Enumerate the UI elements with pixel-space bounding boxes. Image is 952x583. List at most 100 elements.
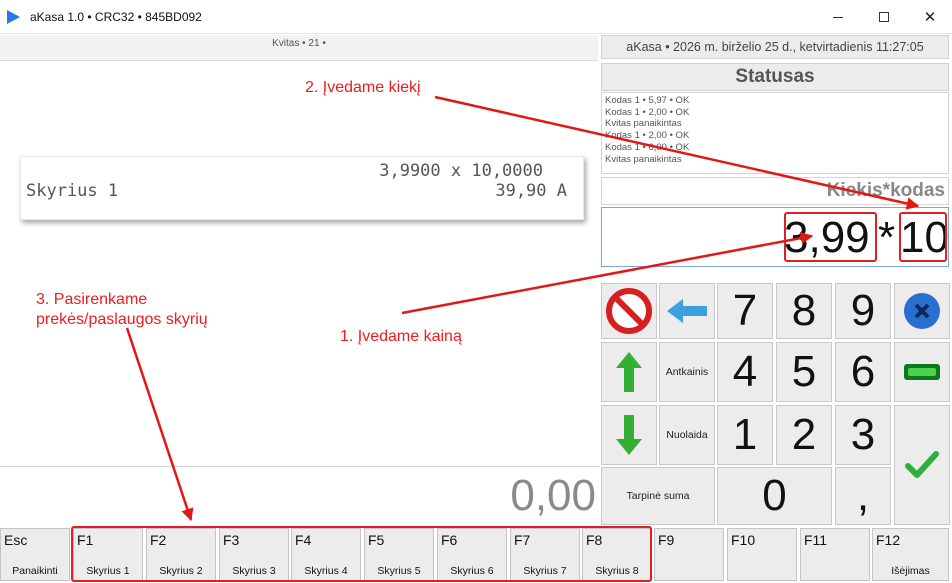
receipt-line-name: Skyrius 1: [26, 181, 119, 201]
antkainis-button[interactable]: Antkainis: [659, 342, 715, 402]
title-bar: aKasa 1.0 • CRC32 • 845BD092 ✕: [0, 0, 952, 34]
digit-1-button[interactable]: 1: [717, 405, 773, 465]
digit-3-button[interactable]: 3: [835, 405, 891, 465]
receipt-line-total: 39,90 A: [495, 181, 567, 201]
fkey-name: F1: [77, 532, 94, 548]
nuolaida-button[interactable]: Nuolaida: [659, 405, 715, 465]
fkey-label: Panaikinti: [12, 565, 58, 577]
status-log: Kodas 1 • 5,97 • OK Kodas 1 • 2,00 • OK …: [601, 92, 949, 174]
clear-button[interactable]: [894, 283, 950, 339]
digit-7-button[interactable]: 7: [717, 283, 773, 339]
arrow-down-icon: [616, 415, 642, 455]
f9-key-button[interactable]: F9: [654, 528, 724, 581]
f8-key-button[interactable]: F8 Skyrius 8: [582, 528, 652, 581]
backspace-button[interactable]: [659, 283, 715, 339]
f5-key-button[interactable]: F5 Skyrius 5: [364, 528, 434, 581]
fkey-name: F4: [295, 532, 312, 548]
status-log-line: Kvitas panaikintas: [605, 118, 682, 130]
comma-button[interactable]: ,: [835, 467, 891, 525]
fkey-name: F9: [658, 532, 675, 548]
fkey-name: F2: [150, 532, 167, 548]
status-log-line: Kodas 1 • 5,97 • OK: [605, 95, 690, 106]
status-log-line: Kodas 1 • 2,00 • OK: [605, 130, 690, 142]
entry-quantity: 10: [900, 213, 949, 262]
f6-key-button[interactable]: F6 Skyrius 6: [437, 528, 507, 581]
entry-display[interactable]: 3,99 * 10: [601, 207, 949, 267]
fkey-name: F8: [586, 532, 603, 548]
f2-key-button[interactable]: F2 Skyrius 2: [146, 528, 216, 581]
fkey-name: F7: [514, 532, 531, 548]
annotation-step3-text-line1: 3. Pasirenkame: [36, 291, 148, 308]
esc-key-button[interactable]: Esc Panaikinti: [0, 528, 70, 581]
input-mode-label: Kiekis*kodas: [601, 177, 949, 205]
f11-key-button[interactable]: F11: [800, 528, 870, 581]
annotation-step3-text-line2: prekės/paslaugos skyrių: [36, 311, 208, 328]
fkey-label: Išėjimas: [891, 565, 930, 577]
entry-price: 3,99: [784, 213, 870, 262]
grand-total-area: 0,00: [0, 466, 600, 526]
cancel-button[interactable]: [601, 283, 657, 339]
receipt-header: Kvitas • 21 •: [0, 35, 598, 61]
arrow-left-icon: [667, 299, 707, 323]
f12-key-button[interactable]: F12 Išėjimas: [872, 528, 949, 581]
up-button[interactable]: [601, 342, 657, 402]
digit-8-button[interactable]: 8: [776, 283, 832, 339]
grand-total-value: 0,00: [510, 471, 596, 520]
no-entry-icon: [606, 288, 652, 334]
f1-key-button[interactable]: F1 Skyrius 1: [73, 528, 143, 581]
fkey-name: F3: [223, 532, 240, 548]
status-log-line: Kodas 1 • 2,00 • OK: [605, 106, 690, 118]
minus-icon: [904, 364, 940, 380]
fkey-name: F12: [876, 532, 901, 548]
fkey-label: Skyrius 4: [304, 565, 348, 577]
fkey-label: Skyrius 5: [377, 565, 421, 577]
f7-key-button[interactable]: F7 Skyrius 7: [510, 528, 580, 581]
digit-2-button[interactable]: 2: [776, 405, 832, 465]
status-log-line: Kvitas panaikintas: [605, 153, 682, 165]
maximize-icon: [879, 12, 889, 22]
f4-key-button[interactable]: F4 Skyrius 4: [291, 528, 361, 581]
status-log-line: Kodas 1 • 6,00 • OK: [605, 141, 690, 153]
digit-6-button[interactable]: 6: [835, 342, 891, 402]
fkey-name: Esc: [4, 532, 28, 548]
datetime-bar: aKasa • 2026 m. birželio 25 d., ketvirta…: [601, 35, 949, 59]
fkey-label: Skyrius 7: [523, 565, 567, 577]
fkey-label: Skyrius 8: [595, 565, 639, 577]
subtotal-button[interactable]: Tarpinė suma: [601, 467, 715, 525]
digit-0-button[interactable]: 0: [717, 467, 832, 525]
status-title: Statusas: [601, 63, 949, 91]
close-button[interactable]: ✕: [907, 0, 952, 34]
checkmark-icon: [905, 451, 939, 478]
fkey-label: Skyrius 1: [86, 565, 130, 577]
receipt-line-item[interactable]: 3,9900 x 10,0000 Skyrius 1 39,90 A: [20, 156, 584, 220]
ok-button[interactable]: [894, 405, 950, 525]
app-logo-icon: [7, 10, 20, 24]
annotation-step1-text: 1. Įvedame kainą: [340, 328, 462, 345]
digit-9-button[interactable]: 9: [835, 283, 891, 339]
fkey-label: Skyrius 6: [450, 565, 494, 577]
receipt-area: 3,9900 x 10,0000 Skyrius 1 39,90 A: [0, 62, 598, 466]
fkey-label: Skyrius 2: [159, 565, 203, 577]
fkey-name: F5: [368, 532, 385, 548]
minimize-icon: [833, 16, 843, 18]
down-button[interactable]: [601, 405, 657, 465]
receipt-line-qty-expr: 3,9900 x 10,0000: [379, 161, 543, 181]
fkey-label: Skyrius 3: [232, 565, 276, 577]
clear-x-icon: [904, 293, 940, 329]
minimize-button[interactable]: [815, 0, 861, 34]
fkey-name: F10: [731, 532, 756, 548]
akasa-window: aKasa 1.0 • CRC32 • 845BD092 ✕ Kvitas • …: [0, 0, 952, 583]
f10-key-button[interactable]: F10: [727, 528, 797, 581]
f3-key-button[interactable]: F3 Skyrius 3: [219, 528, 289, 581]
close-icon: ✕: [923, 9, 937, 26]
fkey-name: F11: [804, 532, 828, 548]
maximize-button[interactable]: [861, 0, 907, 34]
digit-5-button[interactable]: 5: [776, 342, 832, 402]
arrow-up-icon: [616, 352, 642, 392]
digit-4-button[interactable]: 4: [717, 342, 773, 402]
fkey-name: F6: [441, 532, 458, 548]
minus-button[interactable]: [894, 342, 950, 402]
annotation-step2-text: 2. Įvedame kiekį: [305, 79, 421, 96]
window-title: aKasa 1.0 • CRC32 • 845BD092: [30, 10, 202, 24]
entry-separator: *: [878, 213, 896, 262]
